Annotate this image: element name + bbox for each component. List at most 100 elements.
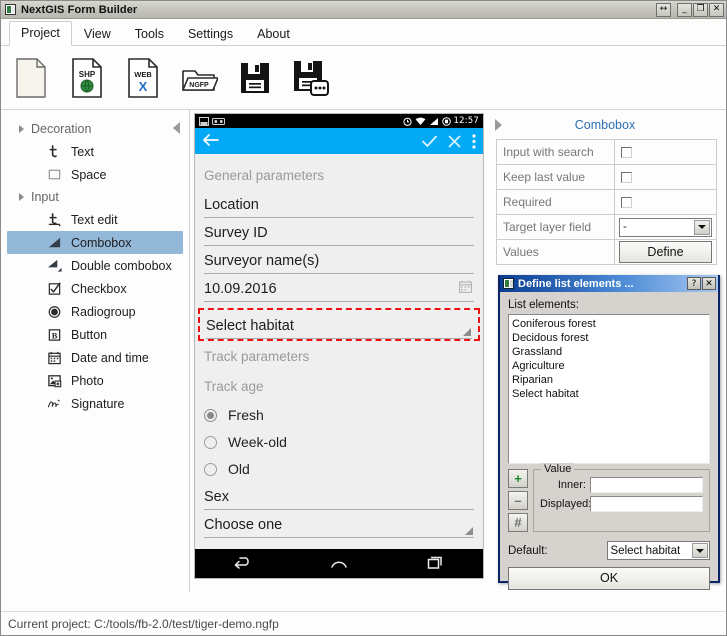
form-field-location[interactable]: Location bbox=[204, 190, 474, 218]
import-shp-button[interactable]: SHP bbox=[67, 56, 107, 100]
default-value-text: Select habitat bbox=[610, 544, 681, 557]
close-icon[interactable] bbox=[448, 135, 461, 148]
collapse-left-panel-icon[interactable] bbox=[173, 122, 180, 134]
resize-button[interactable]: ↔ bbox=[656, 2, 671, 17]
displayed-value-input[interactable] bbox=[590, 496, 703, 512]
open-ngfp-button[interactable]: NGFP bbox=[179, 56, 219, 100]
sidebar-item-button[interactable]: B Button bbox=[7, 323, 183, 346]
form-radio-label: Week-old bbox=[228, 434, 287, 450]
sidebar-item-radiogroup[interactable]: Radiogroup bbox=[7, 300, 183, 323]
list-item[interactable]: Select habitat bbox=[512, 387, 706, 401]
form-field-combobox[interactable]: Select habitat bbox=[206, 311, 472, 339]
form-field-date[interactable]: 10.09.2016 bbox=[204, 274, 474, 302]
svg-text:X: X bbox=[139, 79, 148, 94]
save-button[interactable] bbox=[235, 56, 275, 100]
close-button[interactable]: ✕ bbox=[709, 2, 724, 17]
sidebar-item-combobox[interactable]: Combobox bbox=[7, 231, 183, 254]
property-row-target-layer-field: Target layer field - bbox=[497, 215, 716, 240]
form-radio-label: Old bbox=[228, 461, 250, 477]
import-web-button[interactable]: WEB X bbox=[123, 56, 163, 100]
battery-icon bbox=[441, 116, 451, 126]
overflow-menu-icon[interactable] bbox=[472, 133, 476, 149]
list-item[interactable]: Agriculture bbox=[512, 359, 706, 373]
minimize-button[interactable]: _ bbox=[677, 2, 692, 17]
form-field-survey-id[interactable]: Survey ID bbox=[204, 218, 474, 246]
form-field-sex[interactable]: Sex bbox=[204, 482, 474, 510]
properties-header: Combobox bbox=[487, 118, 726, 139]
input-with-search-checkbox[interactable] bbox=[621, 146, 632, 158]
add-item-button[interactable]: + bbox=[508, 469, 528, 488]
svg-text:NGFP: NGFP bbox=[189, 82, 209, 89]
target-layer-field-select[interactable]: - bbox=[619, 217, 712, 237]
form-choose-value: Choose one bbox=[204, 517, 283, 533]
title-bar: NextGIS Form Builder ↔ _ ❐ ✕ bbox=[1, 1, 726, 19]
dialog-close-button[interactable]: ✕ bbox=[702, 277, 716, 290]
check-icon[interactable] bbox=[422, 135, 437, 148]
checkbox-icon bbox=[48, 282, 61, 295]
sidebar-item-text[interactable]: Text bbox=[7, 140, 183, 163]
form-field-choose-one[interactable]: Choose one bbox=[204, 510, 474, 538]
sidebar-item-space[interactable]: Space bbox=[7, 163, 183, 186]
list-item[interactable]: Grassland bbox=[512, 345, 706, 359]
application-window: NextGIS Form Builder ↔ _ ❐ ✕ Project Vie… bbox=[0, 0, 727, 636]
displayed-value-label: Displayed: bbox=[540, 498, 592, 510]
floppy-save-icon bbox=[241, 62, 269, 93]
maximize-button[interactable]: ❐ bbox=[693, 2, 708, 17]
back-arrow-icon[interactable] bbox=[202, 133, 219, 150]
nav-recents-icon[interactable] bbox=[425, 555, 445, 573]
sidebar-item-label: Checkbox bbox=[71, 281, 127, 296]
text-edit-icon bbox=[48, 213, 61, 227]
window-controls: ↔ _ ❐ ✕ bbox=[656, 2, 724, 17]
list-elements-listbox[interactable]: Coniferous forest Decidous forest Grassl… bbox=[508, 314, 710, 464]
sidebar-item-double-combobox[interactable]: Double combobox bbox=[7, 254, 183, 277]
double-combobox-icon bbox=[47, 259, 62, 272]
remove-item-button[interactable]: – bbox=[508, 491, 528, 510]
tab-view[interactable]: View bbox=[72, 22, 123, 47]
keep-last-value-checkbox[interactable] bbox=[621, 171, 632, 183]
sidebar-item-signature[interactable]: Signature bbox=[7, 392, 183, 415]
calendar-icon[interactable] bbox=[459, 280, 473, 297]
sidebar-item-photo[interactable]: Photo bbox=[7, 369, 183, 392]
properties-title: Combobox bbox=[574, 118, 636, 132]
form-radio-old[interactable]: Old bbox=[204, 455, 474, 482]
form-radio-fresh[interactable]: Fresh bbox=[204, 401, 474, 428]
tab-project[interactable]: Project bbox=[9, 20, 72, 46]
new-project-button[interactable] bbox=[11, 56, 51, 100]
tab-settings[interactable]: Settings bbox=[176, 22, 245, 47]
sidebar-item-label: Double combobox bbox=[71, 258, 172, 273]
property-label: Keep last value bbox=[497, 165, 615, 189]
sidebar-item-text-edit[interactable]: Text edit bbox=[7, 208, 183, 231]
expand-panel-icon[interactable] bbox=[495, 119, 502, 131]
form-caption-general: General parameters bbox=[204, 168, 325, 183]
renumber-items-button[interactable]: # bbox=[508, 513, 528, 532]
screenshot-icon bbox=[199, 116, 209, 126]
property-label: Required bbox=[497, 190, 615, 214]
required-checkbox[interactable] bbox=[621, 196, 632, 208]
tree-group-decoration[interactable]: Decoration bbox=[1, 118, 189, 140]
inner-value-input[interactable] bbox=[590, 477, 703, 493]
default-value-select[interactable]: Select habitat bbox=[606, 541, 710, 560]
signal-icon bbox=[429, 117, 438, 125]
tree-group-input[interactable]: Input bbox=[1, 186, 189, 208]
form-caption-track-age: Track age bbox=[204, 379, 264, 394]
nav-home-icon[interactable] bbox=[329, 555, 349, 573]
list-item[interactable]: Coniferous forest bbox=[512, 317, 706, 331]
list-item[interactable]: Decidous forest bbox=[512, 331, 706, 345]
define-values-button[interactable]: Define bbox=[619, 240, 712, 264]
form-radio-week-old[interactable]: Week-old bbox=[204, 428, 474, 455]
dialog-help-button[interactable]: ? bbox=[687, 277, 701, 290]
sidebar-item-date-and-time[interactable]: Date and time bbox=[7, 346, 183, 369]
combobox-icon bbox=[48, 237, 61, 248]
form-field-surveyor-name[interactable]: Surveyor name(s) bbox=[204, 246, 474, 274]
tab-tools[interactable]: Tools bbox=[123, 22, 176, 47]
list-elements-label: List elements: bbox=[508, 299, 579, 311]
signature-icon bbox=[47, 399, 60, 408]
sidebar-item-label: Date and time bbox=[71, 350, 149, 365]
tab-about[interactable]: About bbox=[245, 22, 302, 47]
define-list-elements-dialog: Define list elements ... ? ✕ List elemen… bbox=[498, 275, 720, 590]
sidebar-item-checkbox[interactable]: Checkbox bbox=[7, 277, 183, 300]
nav-back-icon[interactable] bbox=[233, 555, 253, 573]
save-as-button[interactable] bbox=[291, 56, 331, 100]
list-item[interactable]: Riparian bbox=[512, 373, 706, 387]
ok-button[interactable]: OK bbox=[508, 567, 710, 590]
